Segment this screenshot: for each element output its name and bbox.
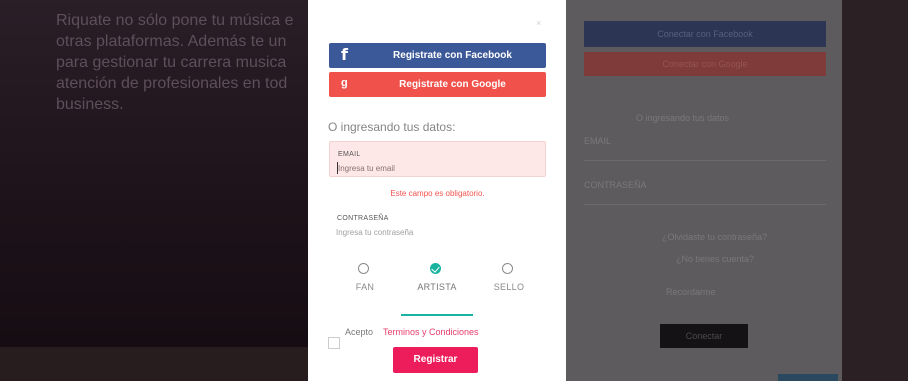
password-label: CONTRASEÑA xyxy=(337,215,389,222)
bg-blue-element xyxy=(778,374,838,381)
terms-link[interactable]: Terminos y Condiciones xyxy=(383,327,479,337)
bg-google-button: Conectar con Google xyxy=(584,52,826,76)
background-hero-panel: Riquate no sólo pone tu música e otras p… xyxy=(0,0,308,381)
terms-checkbox[interactable] xyxy=(328,337,340,349)
email-field[interactable]: EMAIL xyxy=(329,141,546,177)
role-fan-label: FAN xyxy=(355,282,375,292)
password-input[interactable] xyxy=(336,226,526,238)
bg-email-label: EMAIL xyxy=(584,136,612,146)
active-role-underline xyxy=(401,314,473,316)
terms-prefix: Acepto xyxy=(345,327,374,337)
password-field[interactable]: CONTRASEÑA xyxy=(329,206,546,242)
email-input[interactable] xyxy=(337,162,528,174)
register-facebook-button[interactable]: f Registrate con Facebook xyxy=(329,43,546,68)
role-sello[interactable]: SELLO xyxy=(473,254,545,316)
bg-email-line xyxy=(584,160,826,161)
register-google-label: Registrate con Google xyxy=(399,79,506,90)
role-sello-label: SELLO xyxy=(493,282,525,292)
bg-or-text: O ingresando tus datos xyxy=(636,113,730,123)
radio-unchecked-icon xyxy=(358,263,369,274)
background-edge xyxy=(842,0,908,381)
close-icon[interactable]: × xyxy=(536,18,541,28)
role-artista-label: ARTISTA xyxy=(417,282,457,292)
bg-password-label: CONTRASEÑA xyxy=(584,180,647,190)
role-selector: FAN ARTISTA SELLO xyxy=(329,254,546,316)
role-fan[interactable]: FAN xyxy=(329,254,401,316)
or-text: O ingresando tus datos: xyxy=(328,120,456,134)
register-modal: × f Registrate con Facebook g Registrate… xyxy=(308,0,566,381)
facebook-icon: f xyxy=(341,45,348,64)
role-artista[interactable]: ARTISTA xyxy=(401,254,473,316)
hero-footer-strip xyxy=(0,347,308,381)
background-login-panel: Conectar con Facebook Conectar con Googl… xyxy=(566,0,842,381)
hero-text: Riquate no sólo pone tu música e otras p… xyxy=(56,12,294,113)
radio-checked-icon xyxy=(430,263,441,274)
bg-connect-button: Conectar xyxy=(660,324,748,348)
register-button[interactable]: Registrar xyxy=(393,347,478,373)
terms-row: Acepto Terminos y Condiciones xyxy=(328,325,548,349)
register-google-button[interactable]: g Registrate con Google xyxy=(329,72,546,97)
bg-forgot-text: ¿Olvidaste tu contraseña? xyxy=(662,232,768,242)
bg-remember-text: Recordarme xyxy=(666,287,716,297)
register-facebook-label: Registrate con Facebook xyxy=(393,50,512,61)
bg-password-line xyxy=(584,204,826,205)
bg-facebook-button: Conectar con Facebook xyxy=(584,21,826,47)
radio-unchecked-icon xyxy=(502,263,513,274)
email-label: EMAIL xyxy=(338,151,361,158)
bg-register-text: ¿No tienes cuenta? xyxy=(676,254,755,264)
google-icon: g xyxy=(341,77,348,89)
email-error-message: Este campo es obligatorio. xyxy=(390,189,485,198)
